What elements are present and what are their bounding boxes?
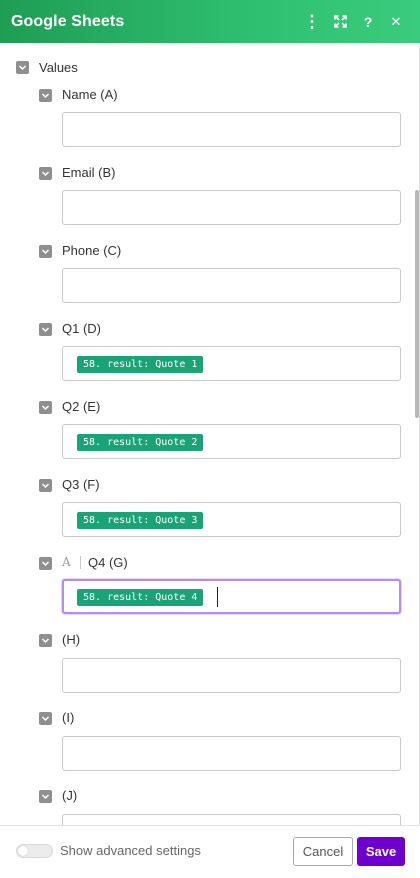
mapped-value-pill[interactable]: 58. result: Quote 3 (77, 512, 204, 529)
mapped-value-pill[interactable]: 58. result: Quote 1 (77, 356, 204, 373)
type-separator (80, 556, 81, 569)
field-label-q4: Q4 (G) (88, 555, 128, 570)
email-input[interactable] (62, 190, 401, 225)
cancel-button[interactable]: Cancel (293, 837, 353, 866)
field-label-q3: Q3 (F) (62, 477, 100, 492)
field-label-q2: Q2 (E) (62, 399, 101, 414)
field-label-email: Email (B) (62, 165, 116, 180)
values-collapse-toggle[interactable] (16, 61, 29, 74)
field-toggle-h[interactable] (39, 634, 52, 647)
mapped-value-pill[interactable]: 58. result: Quote 4 (77, 589, 204, 606)
field-label-j: (J) (62, 788, 78, 803)
toggle-knob (18, 846, 28, 856)
advanced-settings-label: Show advanced settings (60, 843, 201, 858)
advanced-settings-toggle[interactable] (16, 844, 53, 858)
name-input[interactable] (62, 112, 401, 147)
help-icon[interactable]: ? (354, 8, 382, 36)
panel-header: Google Sheets ⋮ ? ✕ (0, 0, 420, 43)
field-toggle-q2[interactable] (39, 401, 52, 414)
text-caret (217, 587, 218, 607)
field-toggle-i[interactable] (39, 712, 52, 725)
close-icon[interactable]: ✕ (382, 8, 410, 36)
field-toggle-q1[interactable] (39, 323, 52, 336)
field-label-phone: Phone (C) (62, 243, 122, 258)
scrollbar[interactable] (415, 190, 419, 418)
form-content[interactable]: Values Name (A) Email (B) Phone (C) Q1 (… (0, 43, 414, 825)
save-button[interactable]: Save (357, 837, 405, 866)
expand-icon[interactable] (326, 8, 354, 36)
j-input[interactable] (62, 814, 401, 825)
field-label-i: (I) (62, 710, 75, 725)
field-label-q1: Q1 (D) (62, 321, 101, 336)
header-actions: ⋮ ? ✕ (298, 0, 410, 43)
field-toggle-q3[interactable] (39, 479, 52, 492)
field-toggle-email[interactable] (39, 167, 52, 180)
phone-input[interactable] (62, 268, 401, 303)
more-icon[interactable]: ⋮ (298, 8, 326, 36)
field-toggle-phone[interactable] (39, 245, 52, 258)
panel-footer: Show advanced settings Cancel Save (0, 825, 420, 878)
field-toggle-q4[interactable] (39, 557, 52, 570)
field-toggle-j[interactable] (39, 790, 52, 803)
mapped-value-pill[interactable]: 58. result: Quote 2 (77, 434, 204, 451)
field-toggle-name[interactable] (39, 89, 52, 102)
q3-input[interactable]: 58. result: Quote 3 (62, 502, 401, 537)
q2-input[interactable]: 58. result: Quote 2 (62, 424, 401, 459)
i-input[interactable] (62, 736, 401, 771)
field-label-h: (H) (62, 632, 81, 647)
panel-title: Google Sheets (11, 12, 125, 30)
text-type-icon: A (62, 555, 71, 569)
q1-input[interactable]: 58. result: Quote 1 (62, 346, 401, 381)
q4-input[interactable]: 58. result: Quote 4 (62, 579, 401, 614)
field-label-name: Name (A) (62, 87, 118, 102)
values-group-label: Values (39, 60, 78, 75)
h-input[interactable] (62, 658, 401, 693)
module-panel: Google Sheets ⋮ ? ✕ Values Name (A) Emai… (0, 0, 420, 878)
